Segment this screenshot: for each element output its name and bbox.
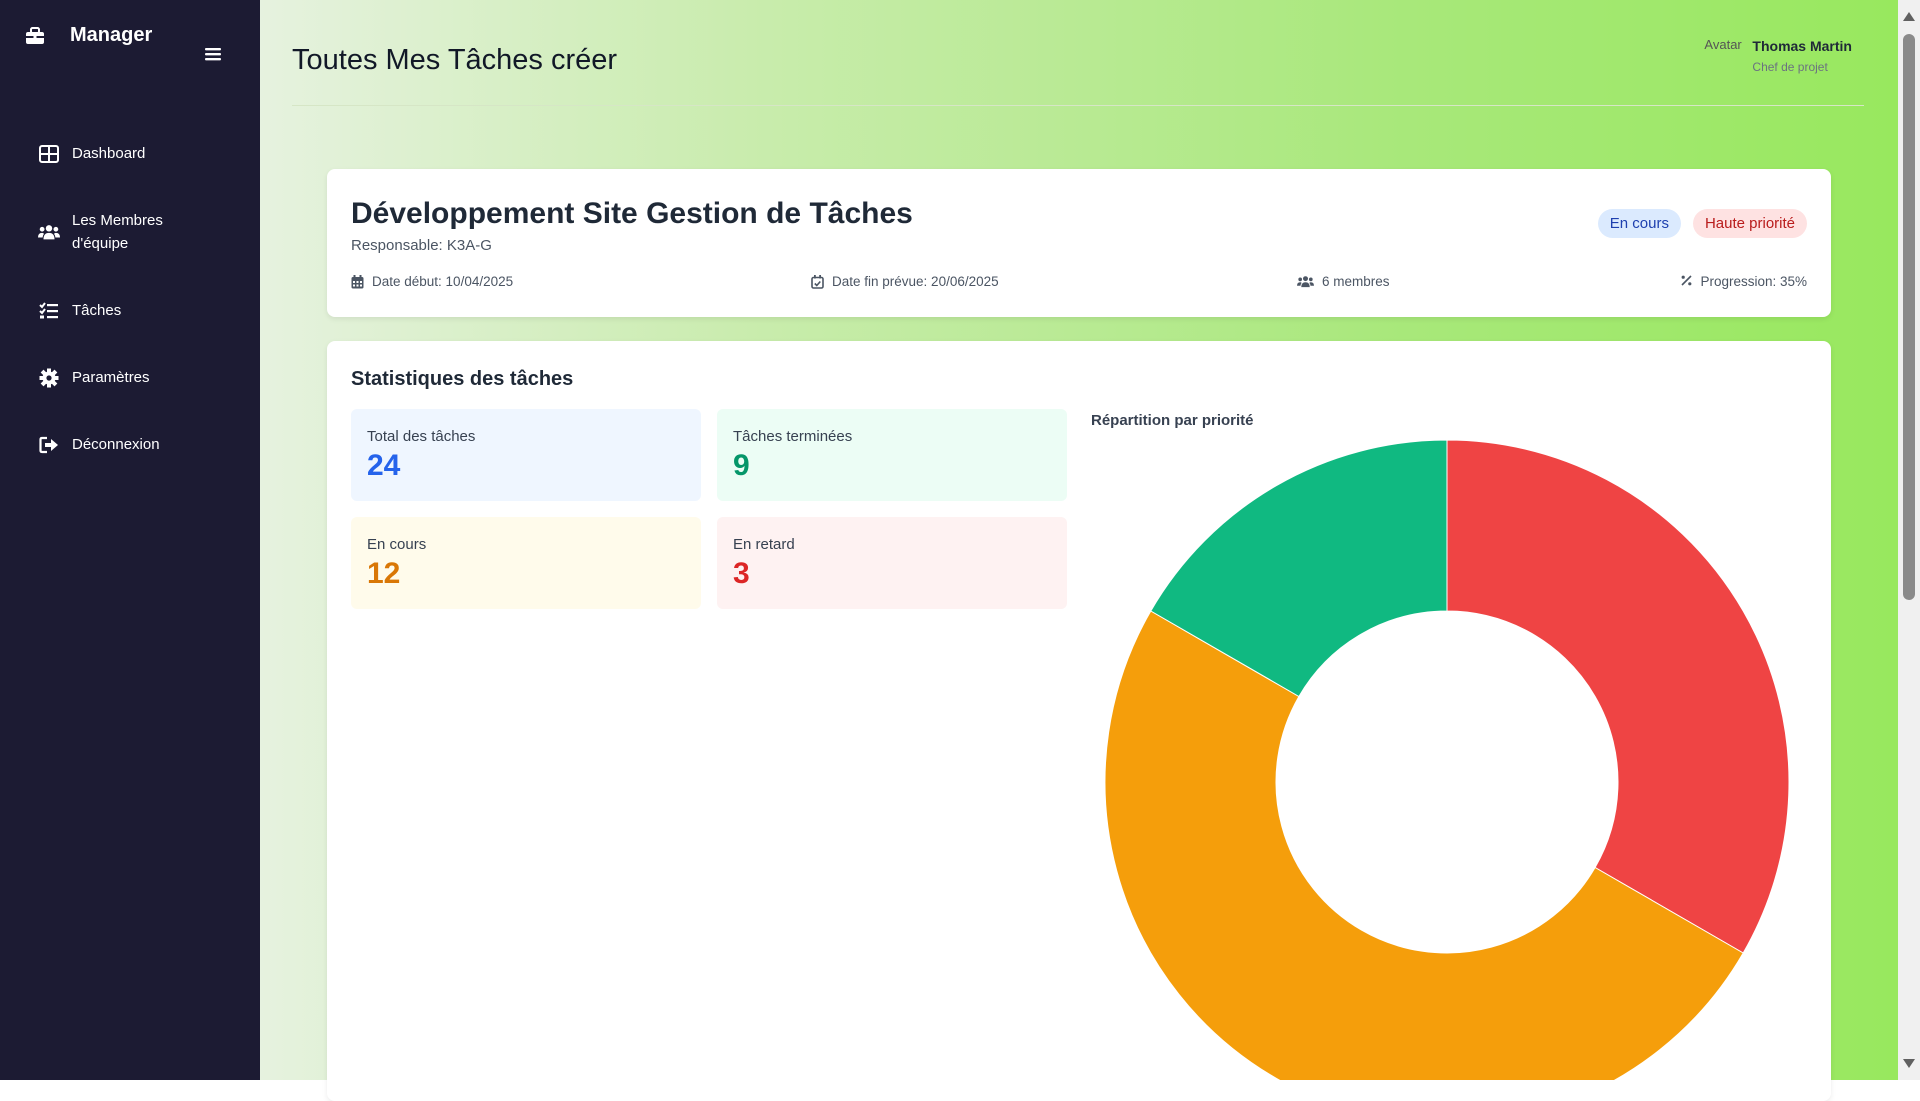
main-content: Toutes Mes Tâches créer Avatar Thomas Ma… bbox=[260, 0, 1898, 1101]
user-role: Chef de projet bbox=[1752, 60, 1828, 74]
scroll-up-arrow[interactable] bbox=[1903, 12, 1915, 21]
stat-label: Tâches terminées bbox=[733, 428, 853, 445]
chart-title: Répartition par priorité bbox=[1091, 412, 1254, 429]
stat-completed: Tâches terminées 9 bbox=[717, 409, 1067, 501]
scroll-thumb[interactable] bbox=[1903, 34, 1915, 600]
sidebar-item-settings[interactable]: Paramètres bbox=[0, 344, 260, 411]
calendar-check-icon bbox=[811, 274, 824, 289]
stat-total: Total des tâches 24 bbox=[351, 409, 701, 501]
calendar-icon bbox=[351, 274, 364, 289]
project-badges: En cours Haute priorité bbox=[1597, 209, 1807, 238]
stat-value: 24 bbox=[367, 449, 401, 482]
sidebar-item-label: Les Membres d'équipe bbox=[72, 212, 163, 252]
donut-slice[interactable] bbox=[1446, 440, 1790, 954]
percent-icon bbox=[1681, 274, 1693, 289]
stat-value: 12 bbox=[367, 557, 401, 590]
sidebar-nav: Dashboard Les Membres d'équipe Tâches Pa… bbox=[0, 120, 260, 478]
sidebar-item-tasks[interactable]: Tâches bbox=[0, 277, 260, 344]
tasks-icon bbox=[38, 300, 60, 322]
stat-label: En retard bbox=[733, 536, 795, 553]
sidebar-item-label: Dashboard bbox=[72, 145, 146, 162]
dashboard-icon bbox=[38, 143, 60, 165]
sidebar: Manager Dashboard Les Membres d'équipe T… bbox=[0, 0, 260, 1080]
members-count-text: 6 membres bbox=[1322, 274, 1390, 289]
sidebar-item-label: Paramètres bbox=[72, 369, 150, 386]
gear-icon bbox=[38, 367, 60, 389]
project-responsable: Responsable: K3A-G bbox=[351, 237, 492, 254]
sidebar-item-dashboard[interactable]: Dashboard bbox=[0, 120, 260, 187]
end-date-text: Date fin prévue: 20/06/2025 bbox=[832, 274, 999, 289]
scrollbar[interactable] bbox=[1898, 0, 1920, 1080]
end-date: Date fin prévue: 20/06/2025 bbox=[811, 274, 999, 289]
page-header: Toutes Mes Tâches créer Avatar Thomas Ma… bbox=[292, 0, 1864, 106]
brand: Manager bbox=[24, 24, 152, 47]
user-profile[interactable]: Avatar Thomas Martin Chef de projet bbox=[1704, 38, 1852, 76]
sidebar-item-logout[interactable]: Déconnexion bbox=[0, 411, 260, 478]
progress-text: Progression: 35% bbox=[1700, 274, 1807, 289]
status-badge: En cours bbox=[1597, 209, 1681, 238]
sidebar-item-label: Déconnexion bbox=[72, 436, 160, 453]
avatar: Avatar bbox=[1704, 38, 1742, 52]
stat-late: En retard 3 bbox=[717, 517, 1067, 609]
users-icon bbox=[1297, 275, 1314, 289]
project-card: Développement Site Gestion de Tâches Res… bbox=[327, 169, 1831, 317]
stat-value: 9 bbox=[733, 449, 750, 482]
menu-toggle-icon[interactable] bbox=[204, 46, 222, 62]
sidebar-item-label: Tâches bbox=[72, 302, 122, 319]
priority-donut-chart bbox=[1105, 440, 1790, 1080]
project-title: Développement Site Gestion de Tâches bbox=[351, 197, 913, 230]
briefcase-icon bbox=[24, 25, 46, 47]
scroll-down-arrow[interactable] bbox=[1903, 1059, 1915, 1068]
stat-value: 3 bbox=[733, 557, 750, 590]
brand-title: Manager bbox=[70, 24, 153, 46]
stat-label: En cours bbox=[367, 536, 427, 553]
progress-info: Progression: 35% bbox=[1681, 274, 1807, 289]
start-date: Date début: 10/04/2025 bbox=[351, 274, 513, 289]
stat-in-progress: En cours 12 bbox=[351, 517, 701, 609]
sidebar-item-members[interactable]: Les Membres d'équipe bbox=[0, 187, 260, 277]
members-count: 6 membres bbox=[1297, 274, 1390, 289]
users-icon bbox=[38, 221, 60, 243]
user-name: Thomas Martin bbox=[1752, 38, 1852, 54]
logout-icon bbox=[38, 434, 60, 456]
stat-label: Total des tâches bbox=[367, 428, 476, 445]
priority-badge: Haute priorité bbox=[1692, 209, 1807, 238]
stats-card: Statistiques des tâches Total des tâches… bbox=[327, 341, 1831, 1101]
page-title: Toutes Mes Tâches créer bbox=[292, 44, 618, 76]
start-date-text: Date début: 10/04/2025 bbox=[372, 274, 514, 289]
stats-title: Statistiques des tâches bbox=[351, 368, 574, 390]
